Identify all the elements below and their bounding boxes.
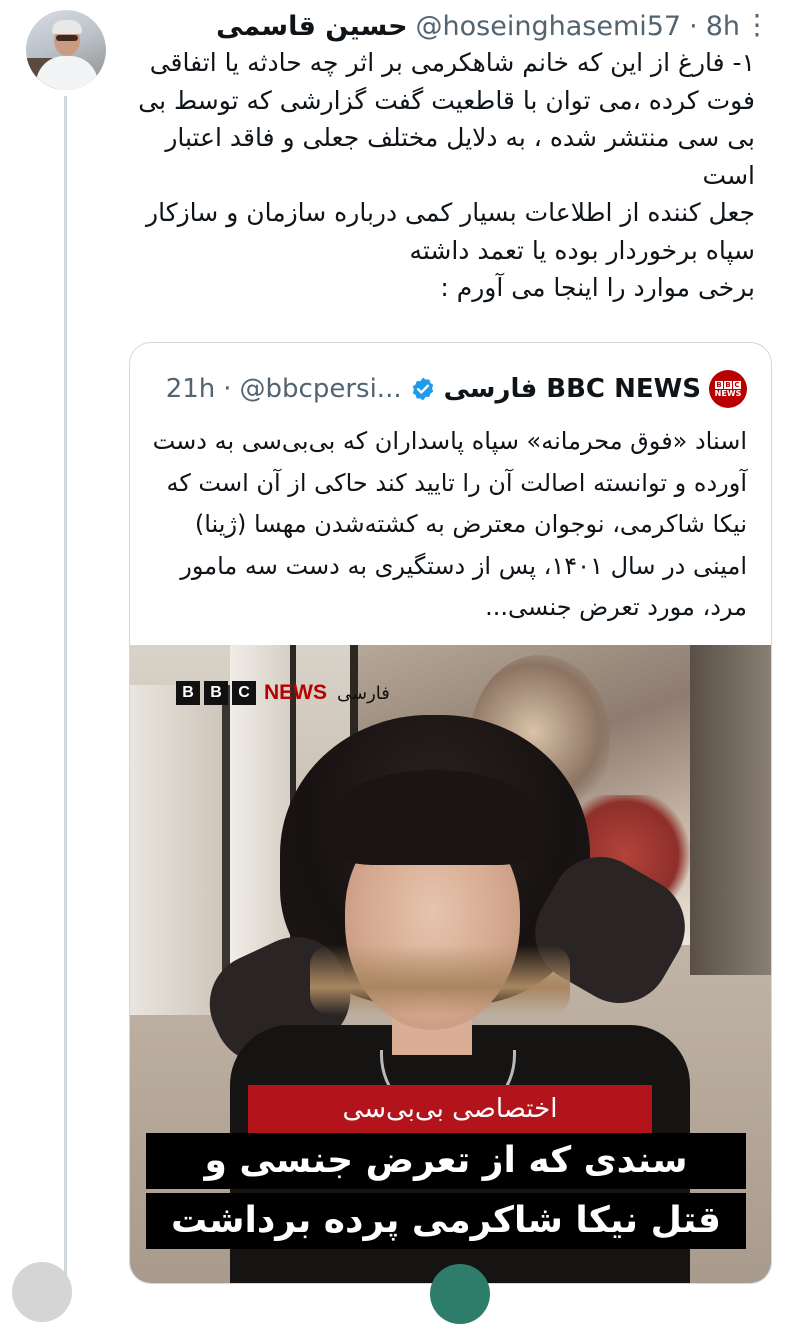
separator-dot: · — [223, 374, 232, 404]
photo-subject — [310, 945, 570, 1015]
author-name[interactable]: حسین قاسمی — [216, 11, 407, 42]
image-headline: سندی که از تعرض جنسی و قتل نیکا شاکرمی پ… — [146, 1133, 746, 1253]
separator-dot: · — [689, 10, 698, 42]
quoted-tweet-card[interactable]: BBC NEWS BBC NEWS فارسی @bbcpersi... · 2… — [129, 342, 772, 1284]
quoted-handle[interactable]: @bbcpersi... — [240, 374, 402, 404]
quoted-time[interactable]: 21h — [166, 374, 216, 404]
brand-block: C — [232, 681, 256, 705]
next-tweet-avatar[interactable] — [12, 1262, 72, 1322]
tweet-header: حسین قاسمی @hoseinghasemi57 · 8h — [130, 6, 740, 46]
more-options-icon[interactable]: ⋮ — [743, 10, 771, 40]
brand-block: B — [176, 681, 200, 705]
quoted-tweet-header: BBC NEWS BBC NEWS فارسی @bbcpersi... · 2… — [166, 369, 747, 409]
floating-button[interactable] — [430, 1264, 490, 1324]
image-background — [130, 685, 230, 1015]
tweet-text: ۱- فارغ از این که خانم شاهکرمی بر اثر چه… — [130, 44, 755, 307]
bbc-news-watermark: B B C NEWS فارسی — [176, 679, 390, 707]
brand-news: NEWS — [264, 681, 327, 704]
headline-line: سندی که از تعرض جنسی و — [146, 1133, 746, 1189]
bbc-avatar[interactable]: BBC NEWS — [709, 370, 747, 408]
photo-subject — [330, 770, 540, 865]
quoted-tweet-text: اسناد «فوق محرمانه» سپاه پاسداران که بی‌… — [151, 421, 747, 629]
tweet-text-line: جعل کننده از اطلاعات بسیار کمی درباره سا… — [146, 198, 755, 265]
quoted-author-name[interactable]: BBC NEWS فارسی — [444, 374, 701, 404]
exclusive-banner: اختصاصی بی‌بی‌سی — [248, 1085, 652, 1133]
verified-badge-icon — [412, 377, 433, 401]
brand-farsi: فارسی — [337, 682, 390, 704]
tweet-text-line: برخی موارد را اینجا می آورم : — [440, 273, 755, 302]
image-background — [690, 645, 771, 975]
brand-block: B — [204, 681, 228, 705]
tweet-time[interactable]: 8h — [706, 11, 740, 42]
quoted-tweet-image[interactable]: B B C NEWS فارسی اختصاصی بی‌بی‌سی سندی ک… — [130, 645, 771, 1283]
quoted-text-line: اسناد «فوق محرمانه» سپاه پاسداران که بی‌… — [152, 427, 747, 621]
headline-line: قتل نیکا شاکرمی پرده برداشت — [146, 1193, 746, 1249]
author-avatar[interactable] — [26, 10, 106, 90]
tweet-text-line: ۱- فارغ از این که خانم شاهکرمی بر اثر چه… — [138, 48, 755, 190]
author-handle[interactable]: @hoseinghasemi57 — [416, 11, 682, 42]
thread-line — [64, 96, 67, 1276]
